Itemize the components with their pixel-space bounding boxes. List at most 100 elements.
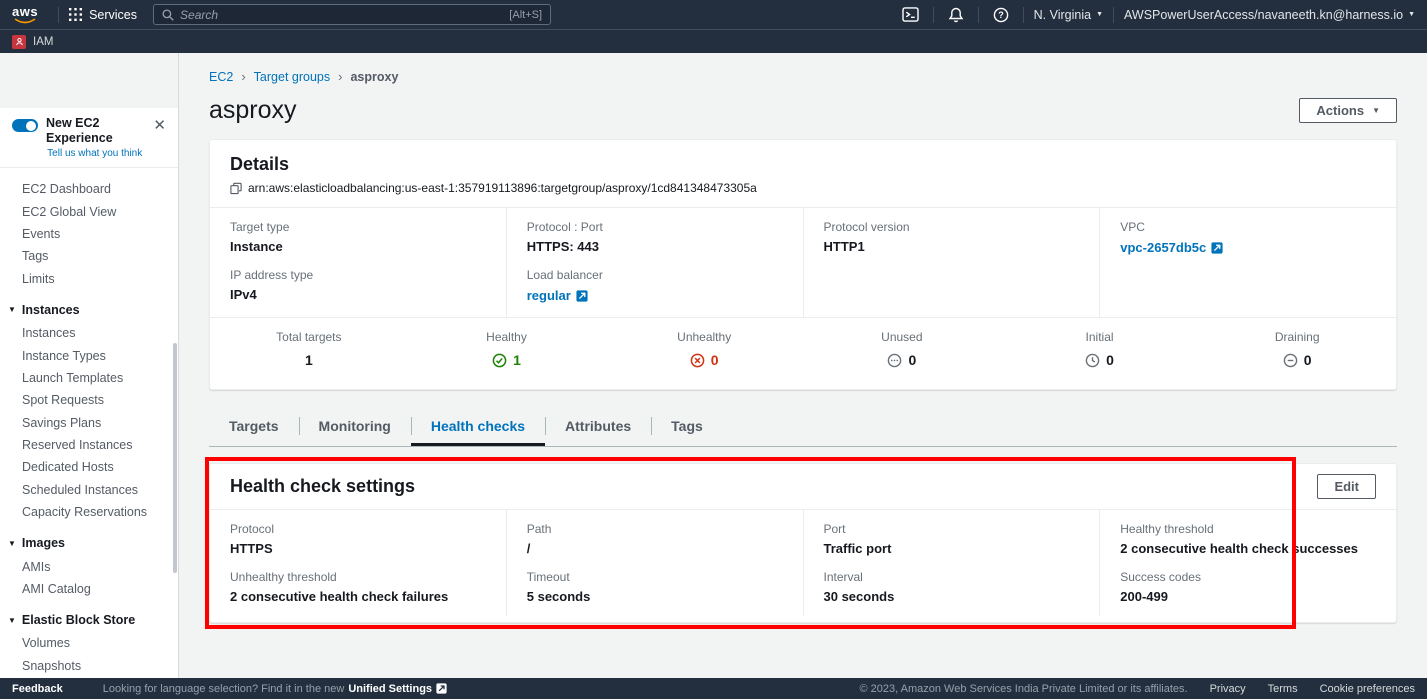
- iam-service-icon: [12, 35, 26, 49]
- hc-interval-value: 30 seconds: [824, 589, 1080, 604]
- services-menu[interactable]: Services: [69, 8, 137, 22]
- sidebar-item-tags[interactable]: Tags: [0, 245, 178, 267]
- sidebar-item-events[interactable]: Events: [0, 223, 178, 245]
- sidebar-item-volumes[interactable]: Volumes: [0, 632, 178, 654]
- breadcrumb-ec2-link[interactable]: EC2: [209, 70, 233, 84]
- sidebar-item-scheduled-instances[interactable]: Scheduled Instances: [0, 479, 178, 501]
- section-label: Images: [22, 536, 65, 550]
- sidebar-item-amis[interactable]: AMIs: [0, 555, 178, 577]
- vpc-label: VPC: [1120, 220, 1376, 234]
- favorite-iam-link[interactable]: IAM: [33, 36, 53, 48]
- sidebar-section-images[interactable]: ▼Images: [0, 531, 178, 555]
- unified-settings-link[interactable]: Unified Settings: [348, 683, 447, 695]
- console-footer: Feedback Looking for language selection?…: [0, 678, 1427, 699]
- tab-tags[interactable]: Tags: [651, 406, 723, 446]
- account-menu[interactable]: AWSPowerUserAccess/navaneeth.kn@harness.…: [1124, 8, 1415, 22]
- sidebar-section-elastic-block-store[interactable]: ▼ Elastic Block Store: [0, 608, 178, 632]
- hc-interval-label: Interval: [824, 570, 1080, 584]
- cloudshell-button[interactable]: [899, 7, 923, 22]
- sidebar-item-reserved-instances[interactable]: Reserved Instances: [0, 434, 178, 456]
- tab-targets[interactable]: Targets: [209, 406, 299, 446]
- sidebar-item-limits[interactable]: Limits: [0, 268, 178, 290]
- hc-healthy-threshold-label: Healthy threshold: [1120, 522, 1376, 536]
- load-balancer-link[interactable]: regular: [527, 288, 588, 303]
- sidebar-item-savings-plans[interactable]: Savings Plans: [0, 412, 178, 434]
- tab-monitoring[interactable]: Monitoring: [299, 406, 411, 446]
- unhealthy-count: 0: [711, 352, 719, 368]
- help-button[interactable]: ?: [989, 7, 1013, 23]
- cookie-preferences-link[interactable]: Cookie preferences: [1320, 683, 1415, 695]
- bell-icon: [948, 7, 964, 23]
- favorites-bar: IAM: [0, 29, 1427, 53]
- actions-button[interactable]: Actions ▼: [1299, 98, 1397, 123]
- sidebar-item-ec2-dashboard[interactable]: EC2 Dashboard: [0, 178, 178, 200]
- new-experience-title: New EC2 Experience: [46, 116, 143, 146]
- region-selector[interactable]: N. Virginia ▼: [1034, 8, 1103, 22]
- triangle-down-icon: ▼: [8, 616, 16, 625]
- feedback-link[interactable]: Feedback: [12, 683, 63, 695]
- sidebar-item-spot-requests[interactable]: Spot Requests: [0, 389, 178, 411]
- initial-count: 0: [1106, 352, 1114, 368]
- hc-port-label: Port: [824, 522, 1080, 536]
- target-type-label: Target type: [230, 220, 486, 234]
- svg-text:?: ?: [998, 10, 1004, 20]
- targets-summary: Total targets 1 Healthy 1 Unhealthy 0 Un…: [210, 317, 1396, 389]
- healthy-label: Healthy: [408, 330, 606, 344]
- hc-success-codes-value: 200-499: [1120, 589, 1376, 604]
- draining-label: Draining: [1198, 330, 1396, 344]
- protocol-version-label: Protocol version: [824, 220, 1080, 234]
- region-label: N. Virginia: [1034, 8, 1091, 22]
- search-icon: [162, 9, 174, 21]
- protocol-version-value: HTTP1: [824, 239, 1080, 254]
- services-grid-icon: [69, 8, 82, 21]
- chevron-down-icon: ▼: [1372, 106, 1380, 115]
- search-input[interactable]: [180, 8, 503, 22]
- privacy-link[interactable]: Privacy: [1210, 683, 1246, 695]
- sidebar-item-snapshots[interactable]: Snapshots: [0, 655, 178, 677]
- tab-bar: Targets Monitoring Health checks Attribu…: [209, 406, 1397, 447]
- details-title: Details: [230, 154, 1376, 175]
- sidebar-item-ami-catalog[interactable]: AMI Catalog: [0, 578, 178, 600]
- terms-link[interactable]: Terms: [1268, 683, 1298, 695]
- vpc-link[interactable]: vpc-2657db5c: [1120, 240, 1223, 255]
- search-shortcut: [Alt+S]: [509, 9, 542, 21]
- breadcrumb: EC2 › Target groups › asproxy: [209, 69, 1397, 84]
- new-experience-toggle[interactable]: [12, 119, 38, 132]
- hc-path-label: Path: [527, 522, 783, 536]
- health-check-settings-card: Health check settings Edit ProtocolHTTPS…: [209, 463, 1397, 623]
- tab-attributes[interactable]: Attributes: [545, 406, 651, 446]
- breadcrumb-target-groups-link[interactable]: Target groups: [254, 70, 330, 84]
- clock-icon: [1085, 353, 1100, 368]
- services-label: Services: [89, 8, 137, 22]
- sidebar-item-capacity-reservations[interactable]: Capacity Reservations: [0, 501, 178, 523]
- ip-address-type-label: IP address type: [230, 268, 486, 282]
- sidebar-item-launch-templates[interactable]: Launch Templates: [0, 367, 178, 389]
- close-icon[interactable]: ✕: [151, 116, 168, 135]
- sidebar-item-dedicated-hosts[interactable]: Dedicated Hosts: [0, 456, 178, 478]
- sidebar-scrollbar[interactable]: [173, 343, 177, 573]
- minus-circle-icon: [1283, 353, 1298, 368]
- hc-unhealthy-threshold-label: Unhealthy threshold: [230, 570, 486, 584]
- aws-logo[interactable]: aws: [12, 6, 38, 24]
- sidebar-item-instance-types[interactable]: Instance Types: [0, 344, 178, 366]
- unused-count: 0: [908, 352, 916, 368]
- global-search[interactable]: [Alt+S]: [153, 4, 551, 25]
- details-card: Details arn:aws:elasticloadbalancing:us-…: [209, 139, 1397, 390]
- initial-label: Initial: [1001, 330, 1199, 344]
- notifications-button[interactable]: [944, 7, 968, 23]
- aws-logo-text: aws: [12, 6, 38, 18]
- edit-button[interactable]: Edit: [1317, 474, 1376, 499]
- sidebar-item-instances[interactable]: Instances: [0, 322, 178, 344]
- sidebar-nav-list: EC2 Dashboard EC2 Global View Events Tag…: [0, 168, 178, 678]
- section-label: Elastic Block Store: [22, 613, 135, 627]
- new-experience-feedback-link[interactable]: Tell us what you think: [46, 148, 143, 159]
- copy-icon[interactable]: [230, 182, 242, 195]
- sidebar-section-instances[interactable]: ▼Instances: [0, 298, 178, 322]
- section-label: Instances: [22, 303, 80, 317]
- load-balancer-label: Load balancer: [527, 268, 783, 282]
- tab-health-checks[interactable]: Health checks: [411, 406, 545, 446]
- sidebar-item-ec2-global-view[interactable]: EC2 Global View: [0, 200, 178, 222]
- target-type-value: Instance: [230, 239, 486, 254]
- ellipsis-circle-icon: [887, 353, 902, 368]
- aws-smile-icon: [13, 18, 37, 24]
